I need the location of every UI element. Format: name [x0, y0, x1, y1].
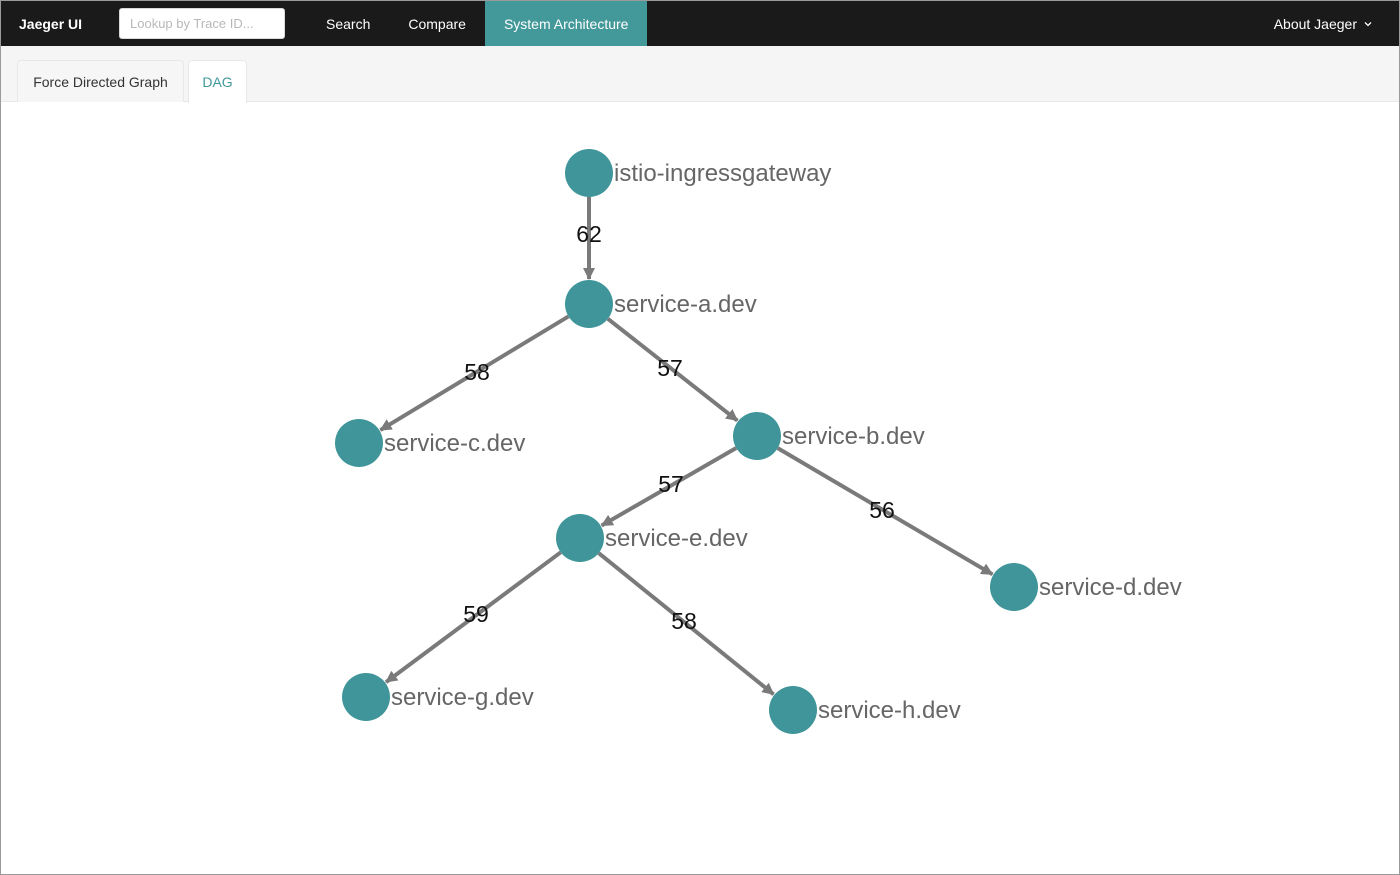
service-node-circle[interactable]	[565, 280, 613, 328]
service-node-service-b[interactable]: service-b.dev	[733, 412, 925, 460]
edge-call-count-label: 57	[657, 355, 683, 381]
top-navigation-bar: Jaeger UI Search Compare System Architec…	[1, 1, 1399, 46]
service-node-circle[interactable]	[565, 149, 613, 197]
service-node-circle[interactable]	[733, 412, 781, 460]
service-node-label: service-b.dev	[782, 423, 925, 450]
trace-id-search-input[interactable]	[119, 8, 285, 39]
app-window: Jaeger UI Search Compare System Architec…	[0, 0, 1400, 875]
service-node-label: service-a.dev	[614, 291, 757, 318]
service-node-service-h[interactable]: service-h.dev	[769, 686, 961, 734]
service-node-label: service-h.dev	[818, 697, 961, 724]
service-node-circle[interactable]	[556, 514, 604, 562]
service-node-label: service-e.dev	[605, 525, 748, 552]
service-node-label: service-c.dev	[384, 430, 525, 457]
service-node-label: service-d.dev	[1039, 574, 1182, 601]
service-node-service-e[interactable]: service-e.dev	[556, 514, 748, 562]
service-node-circle[interactable]	[342, 673, 390, 721]
trace-lookup	[101, 1, 307, 46]
chevron-down-icon	[1364, 21, 1372, 26]
dag-canvas[interactable]: 62 58 57 57 56 59 58 istio-ingressgateway servi…	[1, 102, 1400, 875]
edge-call-count-label: 57	[658, 471, 684, 497]
service-node-service-d[interactable]: service-d.dev	[990, 563, 1182, 611]
edge-call-count-label: 56	[869, 497, 895, 523]
about-jaeger-label: About Jaeger	[1273, 15, 1357, 32]
edge-call-count-label: 58	[671, 608, 697, 634]
nav-search[interactable]: Search	[307, 1, 389, 46]
service-node-label: service-g.dev	[391, 684, 534, 711]
edge-call-count-label: 58	[464, 359, 490, 385]
brand-logo[interactable]: Jaeger UI	[1, 1, 101, 46]
service-node-service-g[interactable]: service-g.dev	[342, 673, 534, 721]
dag-graph[interactable]: 62 58 57 57 56 59 58 istio-ingressgateway servi…	[1, 102, 1400, 875]
view-tabs: Force Directed Graph DAG	[1, 46, 1399, 103]
edge-call-count-label: 59	[463, 601, 489, 627]
service-node-istio-ingressgateway[interactable]: istio-ingressgateway	[565, 149, 831, 197]
edge-call-count-label: 62	[576, 221, 602, 247]
service-node-service-a[interactable]: service-a.dev	[565, 280, 757, 328]
nav-system-architecture[interactable]: System Architecture	[484, 1, 648, 46]
about-jaeger-menu[interactable]: About Jaeger	[1256, 1, 1399, 46]
tab-dag[interactable]: DAG	[188, 60, 247, 103]
service-node-circle[interactable]	[335, 419, 383, 467]
service-node-service-c[interactable]: service-c.dev	[335, 419, 525, 467]
service-node-circle[interactable]	[990, 563, 1038, 611]
service-node-label: istio-ingressgateway	[614, 160, 831, 187]
service-node-circle[interactable]	[769, 686, 817, 734]
nav-compare[interactable]: Compare	[389, 1, 485, 46]
tab-force-directed-graph[interactable]: Force Directed Graph	[17, 60, 184, 102]
